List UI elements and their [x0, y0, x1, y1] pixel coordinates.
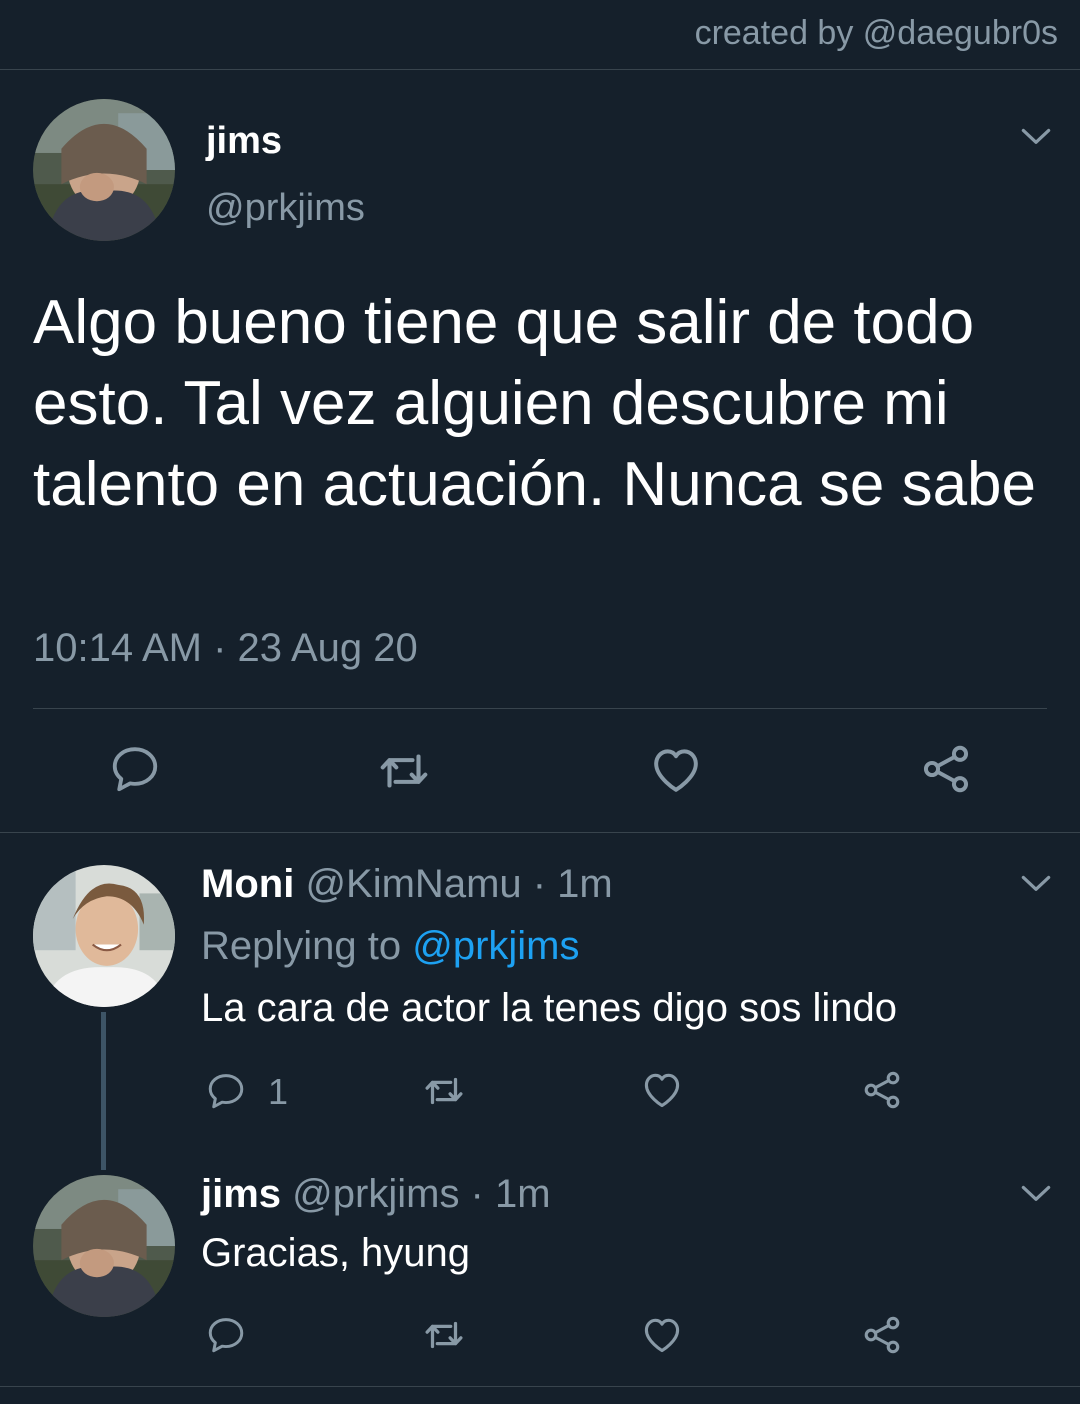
- chevron-down-icon[interactable]: [1017, 864, 1055, 902]
- display-name[interactable]: jims: [206, 120, 282, 163]
- avatar[interactable]: [33, 1175, 175, 1317]
- avatar[interactable]: [33, 865, 175, 1007]
- share-icon[interactable]: [860, 1313, 904, 1357]
- avatar[interactable]: [33, 99, 175, 241]
- share-icon[interactable]: [918, 741, 974, 797]
- share-icon[interactable]: [860, 1068, 904, 1112]
- handle-and-time[interactable]: @KimNamu · 1m: [305, 862, 612, 906]
- tweet-timestamp: 10:14 AM · 23 Aug 20: [33, 626, 418, 670]
- avatar-image: [33, 1175, 175, 1317]
- avatar-image: [33, 99, 175, 241]
- chevron-down-icon[interactable]: [1017, 1174, 1055, 1212]
- handle-and-time[interactable]: @prkjims · 1m: [292, 1172, 550, 1216]
- heart-icon[interactable]: [640, 1313, 684, 1357]
- chevron-down-icon[interactable]: [1017, 117, 1055, 155]
- divider: [33, 708, 1047, 709]
- heart-icon[interactable]: [640, 1068, 684, 1112]
- divider: [0, 1386, 1080, 1387]
- replying-prefix: Replying to: [201, 924, 413, 968]
- divider: [0, 832, 1080, 833]
- reply-icon[interactable]: [108, 742, 162, 796]
- display-name[interactable]: Moni: [201, 862, 294, 906]
- user-handle[interactable]: @prkjims: [206, 187, 365, 230]
- thread-connector: [101, 1012, 106, 1170]
- replying-to-line: Replying to @prkjims: [201, 924, 580, 969]
- reply-text: Gracias, hyung: [201, 1231, 471, 1275]
- reply-count: 1: [268, 1071, 289, 1112]
- reply-header: jims @prkjims · 1m: [201, 1172, 551, 1217]
- creator-credit: created by @daegubr0s: [694, 14, 1058, 52]
- top-divider: [0, 69, 1080, 70]
- mention-link[interactable]: @prkjims: [412, 924, 579, 968]
- heart-icon[interactable]: [648, 742, 704, 798]
- reply-icon[interactable]: [205, 1314, 247, 1356]
- display-name[interactable]: jims: [201, 1172, 281, 1216]
- avatar-image: [33, 865, 175, 1007]
- retweet-icon[interactable]: [421, 1312, 467, 1358]
- reply-icon[interactable]: [205, 1070, 247, 1112]
- reply-header: Moni @KimNamu · 1m: [201, 862, 613, 907]
- retweet-icon[interactable]: [375, 742, 433, 800]
- retweet-icon[interactable]: [421, 1068, 467, 1114]
- tweet-text: Algo bueno tiene que salir de todo esto.…: [33, 288, 1037, 519]
- reply-text: La cara de actor la tenes digo sos lindo: [201, 986, 897, 1030]
